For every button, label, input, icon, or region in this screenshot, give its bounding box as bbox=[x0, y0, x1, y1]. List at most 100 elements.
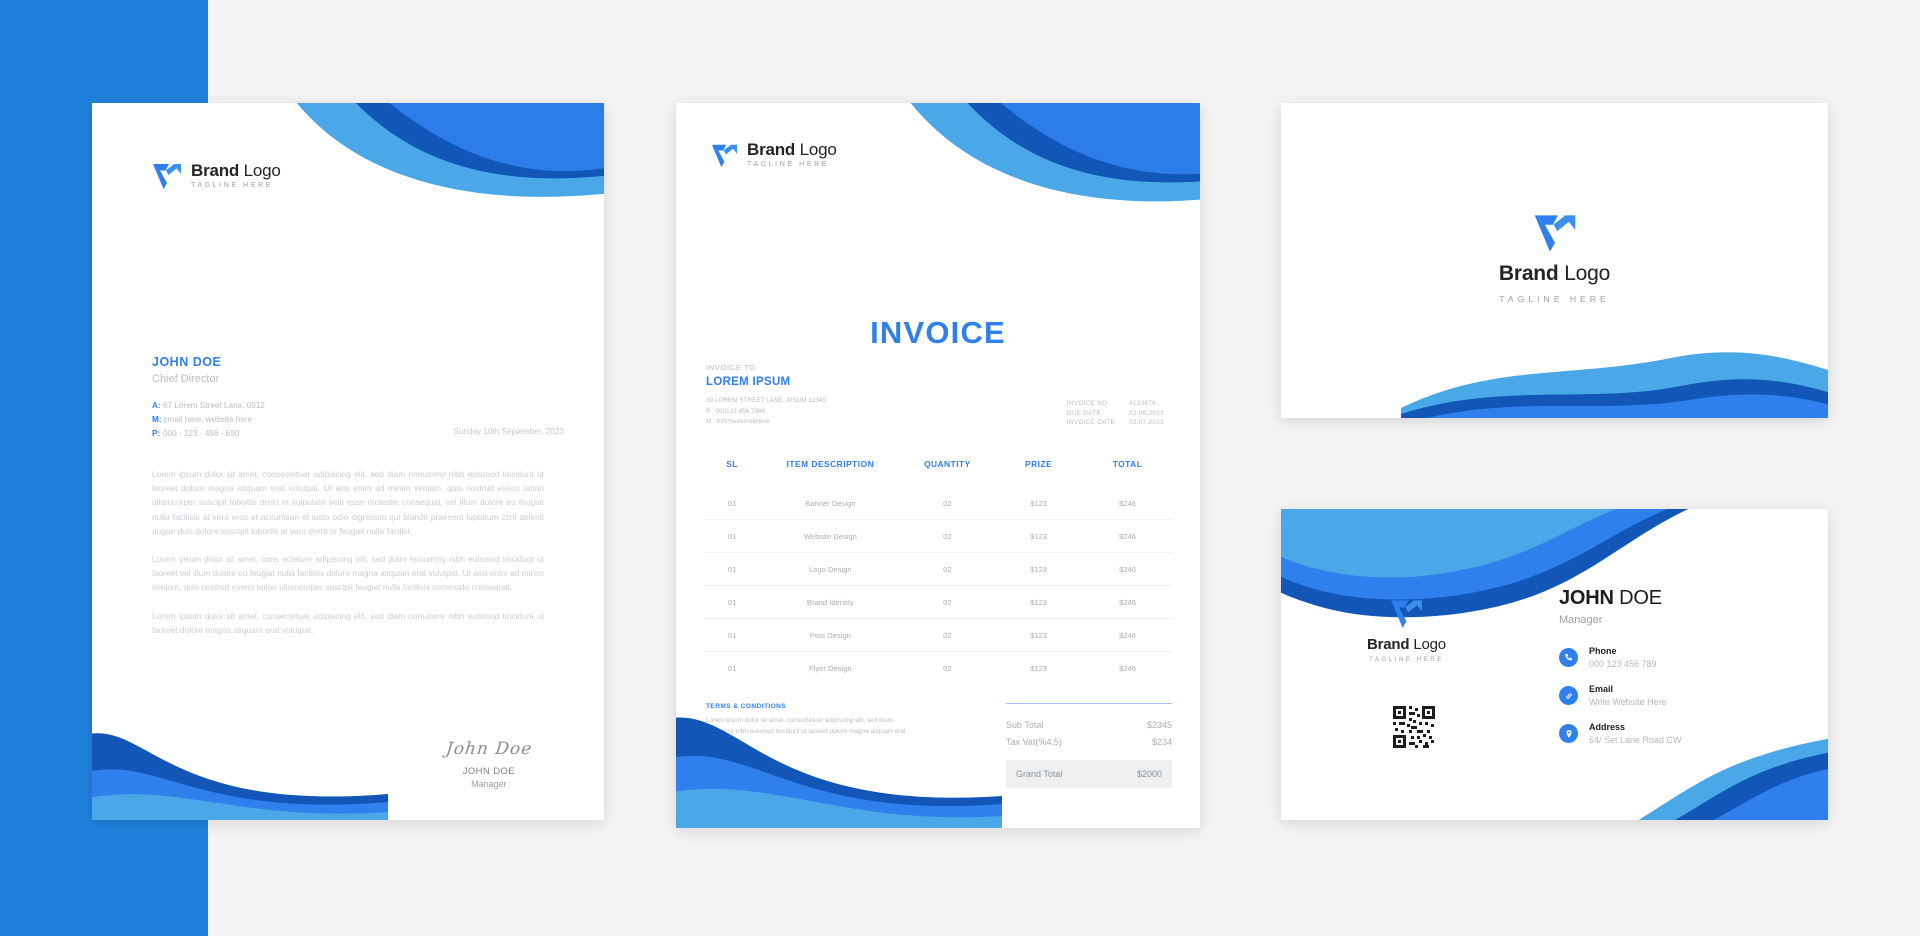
invoice-totals: Sub Total $2345 Tax Vat(%4.5) $234 Grand T… bbox=[1006, 703, 1172, 788]
meta-key: INVOICE NO bbox=[1066, 400, 1108, 408]
contact-label: Email bbox=[1589, 684, 1614, 694]
cell-item: Logo Design bbox=[760, 552, 901, 586]
contact-value: 000 123 456 789 bbox=[1589, 659, 1657, 669]
letterhead-bottom-wave bbox=[92, 733, 388, 820]
client-address-line: P : 000123 456 7890 bbox=[706, 407, 766, 415]
meta-value: 02.07.2023 bbox=[1129, 418, 1164, 426]
invoice-terms: TERMS & CONDITIONS Lorem ipsum dolor sit… bbox=[706, 703, 906, 748]
bizcard-contact-list: Phone 000 123 456 789 Email Write Websit… bbox=[1559, 646, 1682, 745]
qr-code-icon bbox=[1391, 704, 1437, 750]
person-last-name: DOE bbox=[1619, 587, 1662, 609]
invoice-to-label: INVOICE TO bbox=[706, 363, 756, 372]
cell-sl: 01 bbox=[704, 519, 761, 553]
logo-name-light: Logo bbox=[799, 140, 837, 159]
v-arrow-logo-icon bbox=[1391, 600, 1422, 628]
meta-key: DUE DATE bbox=[1066, 409, 1102, 417]
column-header-quantity: QUANTITY bbox=[923, 459, 971, 469]
table-row: 01 Logo Design 02 $123 $246 bbox=[704, 552, 1172, 586]
location-pin-icon bbox=[1559, 724, 1578, 743]
letterhead-body: Lorem ipsum dolor sit amet, consectetuer… bbox=[152, 467, 544, 651]
bizcard-person-role: Manager bbox=[1559, 614, 1603, 626]
bizcard-brand-bold: Brand bbox=[1367, 636, 1410, 653]
cell-prize: $123 bbox=[994, 585, 1084, 619]
contact-key: M: bbox=[152, 414, 162, 424]
bizcard-details: JOHN DOE Manager Phone 000 123 456 789 E… bbox=[1559, 587, 1682, 760]
invoice-meta-row: INVOICE DATE 02.07.2023 bbox=[1067, 418, 1164, 427]
letterhead-date: Sunday 10th September, 2023 bbox=[453, 427, 564, 436]
signature-name: JOHN DOE bbox=[462, 766, 515, 777]
logo-tagline: TAGLINE HERE bbox=[191, 182, 274, 189]
contact-line: P: 000 - 123 - 456 - 690 bbox=[152, 427, 265, 441]
bizcard-address-item: Address 64/ Set Lane Road CW bbox=[1559, 722, 1682, 745]
bizcard-tagline: TAGLINE HERE bbox=[1369, 657, 1444, 663]
table-row: 01 Flyer Design 02 $123 $246 bbox=[704, 652, 1172, 685]
contact-key: P: bbox=[152, 428, 161, 438]
table-row: 01 Brand Identity 02 $123 $246 bbox=[704, 585, 1172, 619]
envelope-card: Brand Logo TAGLINE HERE bbox=[1281, 103, 1828, 418]
tax-value: $234 bbox=[1151, 736, 1172, 747]
link-icon bbox=[1559, 686, 1578, 705]
bizcard-brand-light: Logo bbox=[1413, 636, 1446, 653]
grand-total-row: Grand Total $2000 bbox=[1006, 760, 1172, 788]
cell-total: $246 bbox=[1083, 618, 1172, 652]
invoice-signature: John Doe JOHN DOE Manager bbox=[705, 768, 775, 808]
envelope-name-light: Logo bbox=[1564, 262, 1611, 285]
mockup-stage: Brand Logo TAGLINE HERE JOHN DOE Chief D… bbox=[0, 0, 1920, 936]
cell-qty: 02 bbox=[900, 585, 995, 619]
contact-value: email here, website here bbox=[163, 414, 253, 424]
grand-total-label: Grand Total bbox=[1016, 769, 1063, 779]
grand-total-value: $2000 bbox=[1136, 769, 1162, 779]
bizcard-logo-block: Brand Logo TAGLINE HERE bbox=[1367, 597, 1446, 663]
table-header-row: SL ITEM DESCRIPTION QUANTITY PRIZE TOTAL bbox=[704, 459, 1172, 487]
totals-divider bbox=[1006, 703, 1172, 704]
letterhead-card: Brand Logo TAGLINE HERE JOHN DOE Chief D… bbox=[92, 103, 604, 820]
cell-item: Website Design bbox=[760, 519, 901, 553]
signature-script: John Doe bbox=[705, 768, 775, 783]
cell-item: Post Design bbox=[760, 618, 901, 652]
contact-value: 64/ Set Lane Road CW bbox=[1589, 735, 1682, 745]
invoice-meta-row: DUE DATE 02.08.2023 bbox=[1067, 408, 1164, 417]
envelope-logo: Brand Logo TAGLINE HERE bbox=[1281, 211, 1828, 304]
body-paragraph: Lorem ipsum dolor sit amet, consectetuer… bbox=[152, 469, 544, 536]
bizcard-phone-item: Phone 000 123 456 789 bbox=[1559, 646, 1682, 669]
letterhead-signature: John Doe JOHN DOE Manager bbox=[444, 739, 533, 789]
cell-prize: $123 bbox=[994, 552, 1084, 586]
table-row: 01 Banner Design 02 $123 $246 bbox=[704, 487, 1172, 520]
recipient-name: JOHN DOE bbox=[152, 355, 222, 369]
meta-key: INVOICE DATE bbox=[1066, 418, 1116, 426]
v-arrow-logo-icon bbox=[153, 164, 181, 189]
invoice-title: INVOICE bbox=[870, 315, 1006, 350]
contact-value: 67 Lorem Street Lane, 0912 bbox=[163, 401, 265, 410]
letterhead-recipient: JOHN DOE Chief Director bbox=[152, 355, 221, 385]
cell-sl: 01 bbox=[704, 618, 761, 652]
contact-label: Address bbox=[1589, 722, 1626, 732]
cell-total: $246 bbox=[1083, 585, 1172, 619]
contact-value: Write Website Here bbox=[1589, 697, 1667, 707]
letterhead-contact-lines: A: 67 Lorem Street Lane, 0912 M:email her… bbox=[152, 399, 265, 440]
meta-value: #123876 bbox=[1129, 400, 1156, 408]
meta-value: 02.08.2023 bbox=[1129, 409, 1164, 417]
body-paragraph: Lorem ipsum dolor sit amet, consectetuer… bbox=[152, 610, 544, 635]
signature-role: Manager bbox=[471, 779, 507, 789]
invoice-card: Brand Logo TAGLINE HERE INVOICE INVOICE … bbox=[676, 103, 1200, 828]
envelope-name-bold: Brand bbox=[1498, 262, 1559, 285]
contact-label: Phone bbox=[1589, 646, 1617, 656]
table-row: 01 Post Design 02 $123 $246 bbox=[704, 618, 1172, 652]
logo-name-bold: Brand bbox=[191, 161, 240, 180]
tax-row: Tax Vat(%4.5) $234 bbox=[1006, 733, 1172, 750]
letterhead-top-wave bbox=[296, 103, 604, 197]
contact-value: 000 - 123 - 456 - 690 bbox=[163, 428, 240, 438]
contact-line: A: 67 Lorem Street Lane, 0912 bbox=[152, 399, 265, 413]
terms-title: TERMS & CONDITIONS bbox=[706, 703, 787, 710]
client-address: 39 LOREM STREET LANE, IPSUM 12345 P : 00… bbox=[706, 396, 826, 428]
subtotal-value: $2345 bbox=[1146, 719, 1172, 730]
cell-sl: 01 bbox=[704, 487, 761, 520]
contact-line: M:email here, website here bbox=[152, 413, 265, 427]
phone-icon bbox=[1559, 648, 1578, 667]
v-arrow-logo-icon bbox=[711, 144, 738, 167]
cell-qty: 02 bbox=[943, 663, 952, 673]
cell-sl: 01 bbox=[727, 663, 737, 673]
person-first-name: JOHN bbox=[1559, 587, 1614, 609]
client-name: LOREM IPSUM bbox=[706, 376, 791, 388]
subtotal-row: Sub Total $2345 bbox=[1006, 716, 1172, 733]
